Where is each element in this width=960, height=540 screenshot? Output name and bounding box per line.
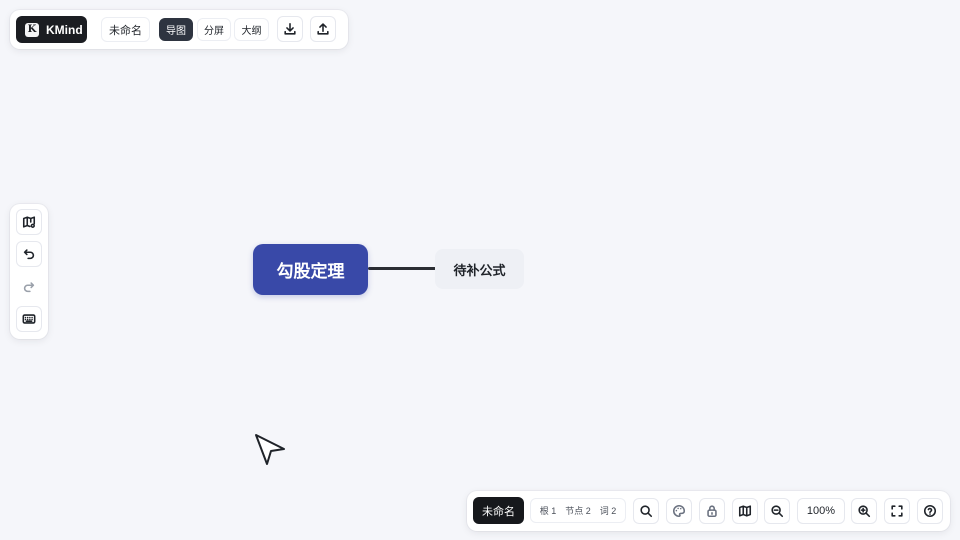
lock-icon bbox=[707, 505, 717, 518]
bottom-toolbar: 未命名 根 1 节点 2 词 2 100% bbox=[467, 491, 950, 531]
map-settings-button[interactable] bbox=[16, 209, 42, 235]
zoom-out-button[interactable] bbox=[764, 498, 790, 524]
stat-words: 词 2 bbox=[599, 506, 617, 516]
document-title-button[interactable]: 未命名 bbox=[101, 17, 150, 42]
help-icon bbox=[923, 504, 937, 518]
lock-button[interactable] bbox=[699, 498, 725, 524]
zoom-in-icon bbox=[858, 505, 871, 518]
stat-root: 根 1 bbox=[539, 506, 557, 516]
document-stats: 根 1 节点 2 词 2 bbox=[530, 498, 626, 523]
left-toolbar bbox=[10, 204, 48, 339]
brand-name: KMind bbox=[46, 22, 83, 37]
fullscreen-icon bbox=[891, 505, 903, 517]
root-node[interactable]: 勾股定理 bbox=[253, 244, 368, 295]
fullscreen-button[interactable] bbox=[884, 498, 910, 524]
zoom-in-button[interactable] bbox=[851, 498, 877, 524]
mouse-pointer-icon bbox=[255, 434, 285, 465]
redo-icon bbox=[23, 282, 35, 293]
node-connector bbox=[368, 267, 436, 270]
top-toolbar: K KMind 未命名 导图 分屏 大纲 bbox=[10, 10, 348, 49]
keyboard-icon bbox=[22, 314, 36, 324]
download-icon bbox=[284, 22, 296, 35]
theme-palette-icon bbox=[673, 504, 686, 518]
download-button[interactable] bbox=[277, 16, 303, 42]
brand-button[interactable]: K KMind bbox=[16, 16, 87, 43]
map-settings-icon bbox=[22, 216, 36, 228]
search-button[interactable] bbox=[633, 498, 659, 524]
zoom-level[interactable]: 100% bbox=[797, 498, 845, 524]
minimap-button[interactable] bbox=[732, 498, 758, 524]
upload-icon bbox=[317, 23, 329, 35]
stat-nodes: 节点 2 bbox=[565, 506, 591, 516]
undo-button[interactable] bbox=[16, 241, 42, 267]
brand-logo-icon: K bbox=[25, 22, 39, 37]
search-icon bbox=[640, 505, 653, 518]
tab-mindmap[interactable]: 导图 bbox=[159, 18, 193, 41]
bottom-document-title[interactable]: 未命名 bbox=[473, 497, 524, 524]
mindmap-canvas[interactable]: K KMind 未命名 导图 分屏 大纲 勾股定理 待补公式 未命名 根 1 节… bbox=[0, 0, 960, 540]
child-node[interactable]: 待补公式 bbox=[435, 249, 524, 289]
zoom-out-icon bbox=[771, 505, 784, 518]
tab-split[interactable]: 分屏 bbox=[197, 18, 231, 41]
upload-button[interactable] bbox=[310, 16, 336, 42]
keyboard-shortcuts-button[interactable] bbox=[16, 306, 42, 332]
tab-outline[interactable]: 大纲 bbox=[234, 18, 269, 41]
redo-button[interactable] bbox=[16, 274, 42, 300]
undo-icon bbox=[23, 249, 35, 260]
theme-button[interactable] bbox=[666, 498, 692, 524]
minimap-icon bbox=[738, 505, 752, 517]
help-button[interactable] bbox=[917, 498, 943, 524]
